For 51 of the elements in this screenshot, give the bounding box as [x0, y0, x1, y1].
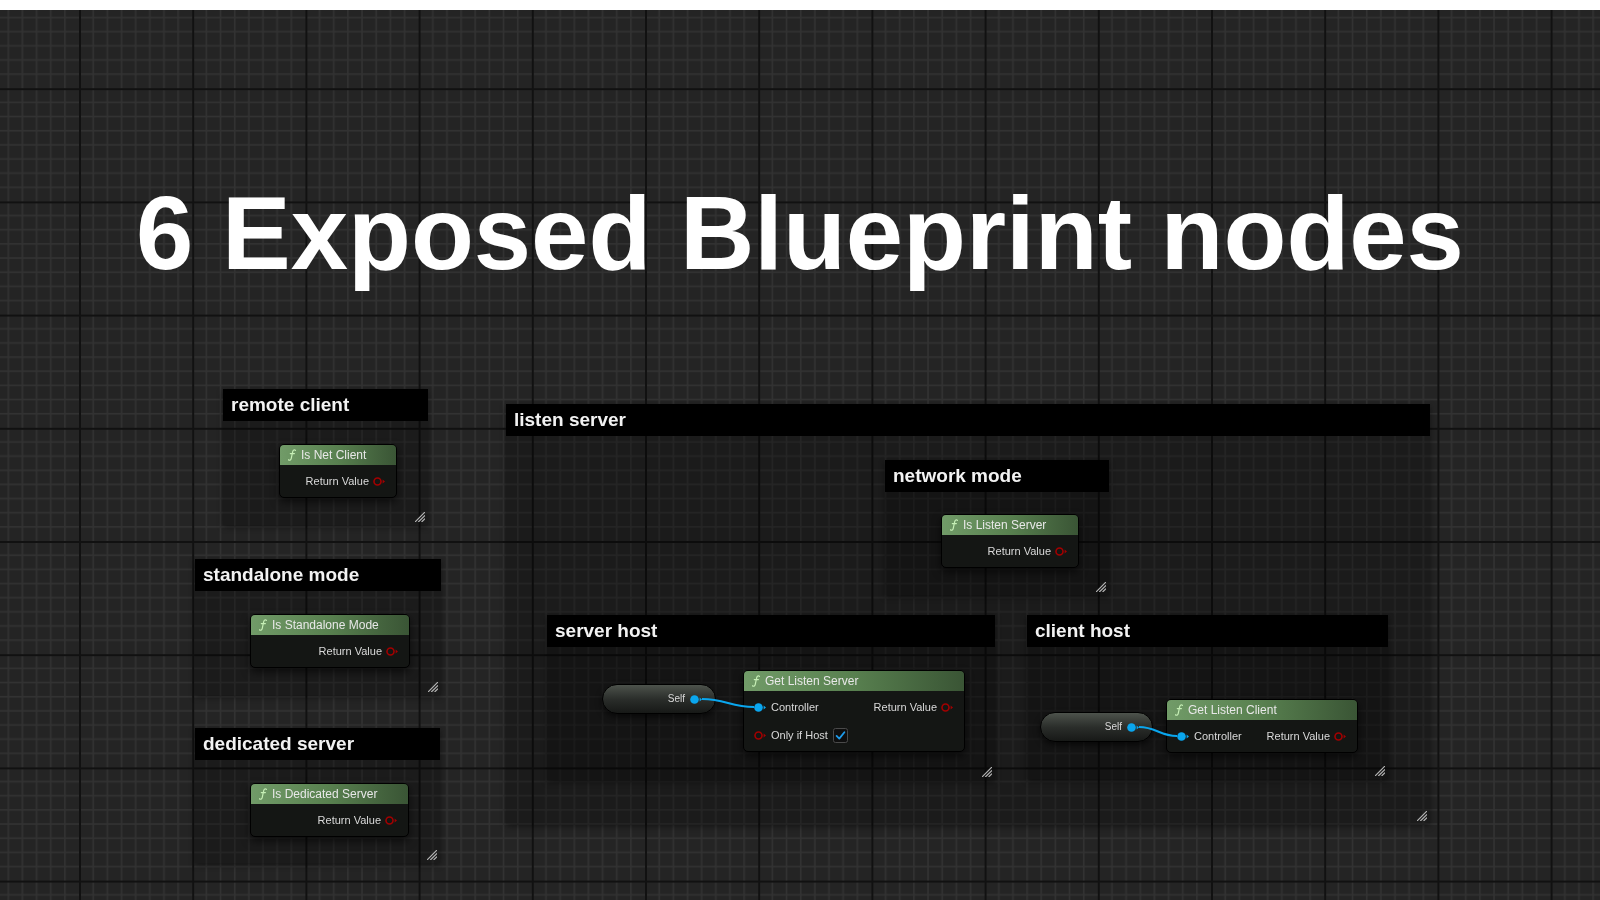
- pin-label: Return Value: [305, 475, 369, 487]
- function-icon: [752, 675, 760, 687]
- resize-grip-icon[interactable]: [1096, 582, 1106, 592]
- comment-title: standalone mode: [195, 559, 441, 591]
- node-title: Get Listen Client: [1188, 704, 1277, 716]
- pin-label: Return Value: [317, 814, 381, 826]
- function-icon: [950, 519, 958, 531]
- pin-label: Only if Host: [771, 729, 828, 741]
- filled-pin-icon[interactable]: [690, 694, 702, 704]
- comment-title: server host: [547, 615, 995, 647]
- function-node[interactable]: Is Standalone Mode Return Value: [250, 614, 410, 668]
- node-title: Is Standalone Mode: [272, 619, 379, 631]
- comment-title: remote client: [223, 389, 428, 421]
- function-node[interactable]: Get Listen Server Controller Only if Host Return Value: [743, 670, 965, 752]
- resize-grip-icon[interactable]: [1417, 811, 1427, 821]
- self-node[interactable]: Self: [1040, 712, 1153, 742]
- node-title: Get Listen Server: [765, 675, 859, 687]
- filled-pin-icon[interactable]: [1127, 722, 1139, 732]
- filled-pin-icon[interactable]: [1177, 731, 1189, 741]
- page-title: 6 Exposed Blueprint nodes: [136, 175, 1464, 293]
- function-icon: [288, 449, 296, 461]
- pin-label: Return Value: [318, 645, 382, 657]
- node-title: Is Dedicated Server: [272, 788, 378, 800]
- comment-title: listen server: [506, 404, 1430, 436]
- pin-label: Self: [1104, 722, 1122, 732]
- resize-grip-icon[interactable]: [1375, 766, 1385, 776]
- pin-label: Controller: [771, 701, 819, 713]
- self-node[interactable]: Self: [602, 684, 716, 714]
- function-node[interactable]: Is Net Client Return Value: [279, 444, 397, 498]
- resize-grip-icon[interactable]: [427, 850, 437, 860]
- function-icon: [259, 619, 267, 631]
- pin-label: Self: [667, 694, 685, 704]
- comment-title: dedicated server: [195, 728, 440, 760]
- node-title: Is Listen Server: [963, 519, 1047, 531]
- function-icon: [1175, 704, 1183, 716]
- pin-label: Return Value: [987, 545, 1051, 557]
- resize-grip-icon[interactable]: [428, 682, 438, 692]
- filled-pin-icon[interactable]: [754, 702, 766, 712]
- node-title: Is Net Client: [301, 449, 367, 461]
- pin-label: Return Value: [873, 701, 937, 713]
- function-node[interactable]: Is Listen Server Return Value: [941, 514, 1079, 568]
- pin-label: Return Value: [1266, 730, 1330, 742]
- function-node[interactable]: Is Dedicated Server Return Value: [250, 783, 409, 837]
- comment-title: client host: [1027, 615, 1388, 647]
- function-node[interactable]: Get Listen Client Controller Return Value: [1166, 699, 1358, 753]
- comment-title: network mode: [885, 460, 1109, 492]
- function-icon: [259, 788, 267, 800]
- pin-label: Controller: [1194, 730, 1242, 742]
- resize-grip-icon[interactable]: [415, 512, 425, 522]
- resize-grip-icon[interactable]: [982, 767, 992, 777]
- checkbox[interactable]: [832, 727, 848, 743]
